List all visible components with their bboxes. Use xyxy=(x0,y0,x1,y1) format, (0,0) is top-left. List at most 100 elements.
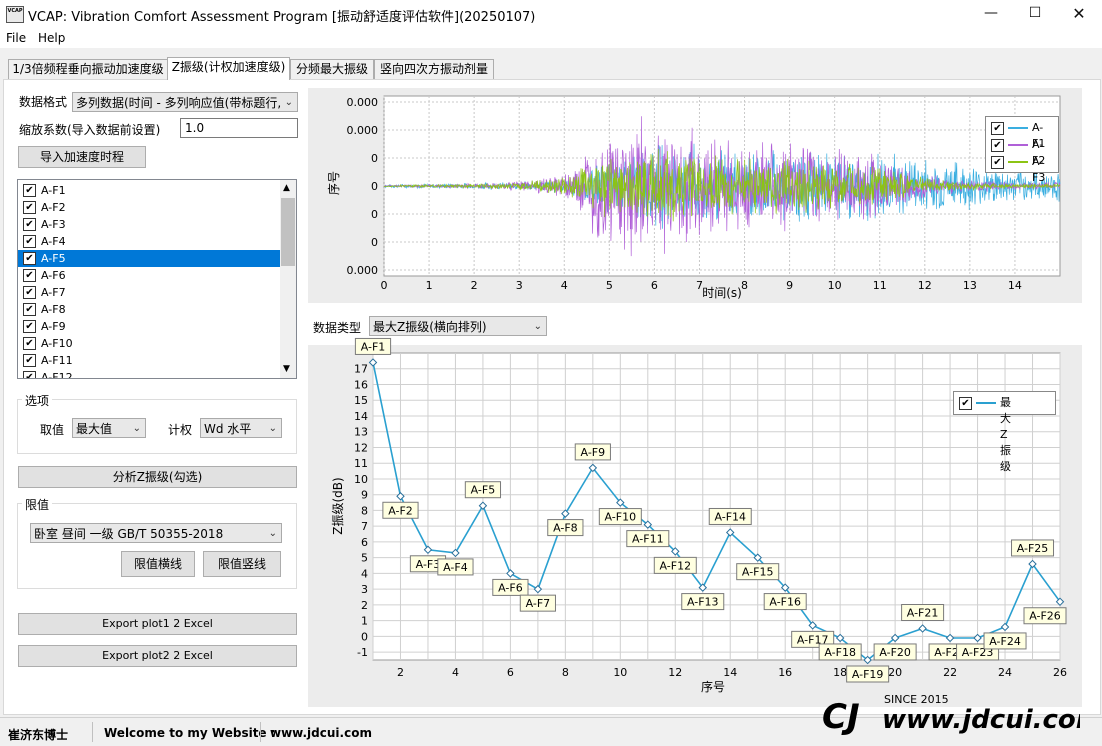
plot1-xtick: 4 xyxy=(561,279,568,292)
plot2-ytick: 3 xyxy=(361,583,368,596)
legend-checkbox[interactable]: ✔ xyxy=(959,397,972,410)
signal-checkbox[interactable]: ✔ xyxy=(23,252,36,265)
analyze-button[interactable]: 分析Z振级(勾选) xyxy=(18,466,297,488)
signal-item[interactable]: ✔ A-F4 xyxy=(18,233,280,250)
signal-checkbox[interactable]: ✔ xyxy=(23,269,36,282)
scale-label: 缩放系数(导入数据前设置) xyxy=(19,123,161,137)
hline-button[interactable]: 限值横线 xyxy=(121,551,195,577)
callout-label: A-F19 xyxy=(852,668,884,681)
title-bar: VCAP VCAP: Vibration Comfort Assessment … xyxy=(0,0,1102,28)
export-plot2-button[interactable]: Export plot2 2 Excel xyxy=(18,645,297,667)
plot2-ytick: 16 xyxy=(354,378,368,391)
signal-checkbox[interactable]: ✔ xyxy=(23,303,36,316)
signal-item[interactable]: ✔ A-F10 xyxy=(18,335,280,352)
plot1-xtick: 10 xyxy=(828,279,842,292)
format-select[interactable]: 多列数据(时间 - 多列响应值(带标题行, ⌄ xyxy=(72,92,298,112)
legend-checkbox[interactable]: ✔ xyxy=(991,139,1004,152)
close-icon[interactable]: ✕ xyxy=(1056,0,1102,28)
signal-item[interactable]: ✔ A-F2 xyxy=(18,199,280,216)
callout-label: A-F3 xyxy=(416,558,441,571)
callout-label: A-F13 xyxy=(687,596,719,609)
signal-label: A-F2 xyxy=(41,201,66,214)
brand-url: www.jdcui.com xyxy=(882,705,1080,735)
plot1-xtick: 2 xyxy=(471,279,478,292)
scroll-up-icon[interactable]: ▲ xyxy=(283,183,290,193)
legend-label: 最大Z振级 xyxy=(1000,396,1011,473)
tab-vdv[interactable]: 竖向四次方振动剂量 xyxy=(374,59,494,79)
plot2-xtick: 10 xyxy=(613,666,627,679)
plot1-ytick: 0 xyxy=(371,180,378,193)
maximize-icon[interactable]: ☐ xyxy=(1012,0,1058,28)
scroll-thumb[interactable] xyxy=(281,198,295,266)
signal-checkbox[interactable]: ✔ xyxy=(23,184,36,197)
signal-label: A-F11 xyxy=(41,354,73,367)
export-plot1-button[interactable]: Export plot1 2 Excel xyxy=(18,613,297,635)
author-text: 崔济东博士 xyxy=(8,728,69,742)
take-value: 最大值 xyxy=(76,422,113,436)
signal-item[interactable]: ✔ A-F1 xyxy=(18,182,280,199)
signal-item[interactable]: ✔ A-F12 xyxy=(18,369,280,378)
plot1-xtick: 13 xyxy=(963,279,977,292)
callout-label: A-F26 xyxy=(1029,610,1061,623)
weight-value: Wd 水平 xyxy=(204,422,252,436)
signal-item[interactable]: ✔ A-F8 xyxy=(18,301,280,318)
plot1-ytick: 0.000 xyxy=(347,124,379,137)
plot2-ytick: 0 xyxy=(361,630,368,643)
signal-item[interactable]: ✔ A-F3 xyxy=(18,216,280,233)
callout-label: A-F8 xyxy=(553,522,578,535)
legend-checkbox[interactable]: ✔ xyxy=(991,156,1004,169)
signal-item[interactable]: ✔ A-F7 xyxy=(18,284,280,301)
plot2-xtick: 16 xyxy=(778,666,792,679)
signal-checkbox[interactable]: ✔ xyxy=(23,337,36,350)
signal-item[interactable]: ✔ A-F6 xyxy=(18,267,280,284)
plot2-xtick: 8 xyxy=(562,666,569,679)
plot2-xtick: 24 xyxy=(998,666,1012,679)
signal-checkbox[interactable]: ✔ xyxy=(23,201,36,214)
callout-label: A-F18 xyxy=(824,646,856,659)
plot2-ytick: 2 xyxy=(361,599,368,612)
weight-select[interactable]: Wd 水平 ⌄ xyxy=(200,418,282,438)
plot2-xtick: 18 xyxy=(833,666,847,679)
signal-checkbox[interactable]: ✔ xyxy=(23,218,36,231)
plot2-ytick: 13 xyxy=(354,426,368,439)
plot1-legend[interactable]: ✔ A-F1 ✔ A-F2 ✔ A-F3 xyxy=(985,116,1059,184)
tab-octave[interactable]: 1/3倍频程垂向振动加速度级 xyxy=(8,59,168,79)
vline-button[interactable]: 限值竖线 xyxy=(203,551,281,577)
take-select[interactable]: 最大值 ⌄ xyxy=(72,418,146,438)
signal-checkbox[interactable]: ✔ xyxy=(23,320,36,333)
signal-checkbox[interactable]: ✔ xyxy=(23,371,36,378)
tab-strip: 1/3倍频程垂向振动加速度级 Z振级(计权加速度级) 分频最大振级 竖向四次方振… xyxy=(0,57,1102,80)
plot2-legend[interactable]: ✔ 最大Z振级 xyxy=(953,391,1056,473)
plot1-xtick: 5 xyxy=(606,279,613,292)
signal-checkbox[interactable]: ✔ xyxy=(23,235,36,248)
signal-list[interactable]: ✔ A-F1 ✔ A-F2 ✔ A-F3 ✔ A-F4 ✔ A-F5 ✔ A-F6 ✔ A-F7 ✔ A-F8… xyxy=(17,179,297,379)
minimize-icon[interactable]: — xyxy=(968,0,1014,28)
menu-help[interactable]: Help xyxy=(38,31,65,45)
tab-z-level[interactable]: Z振级(计权加速度级) xyxy=(167,57,290,80)
take-label: 取值 xyxy=(40,423,65,437)
menu-file[interactable]: File xyxy=(6,31,26,45)
plot1-ytick: 0.000 xyxy=(347,264,379,277)
signal-label: A-F3 xyxy=(41,218,66,231)
plot1-ytick: 0 xyxy=(371,236,378,249)
website-link[interactable]: www.jdcui.com xyxy=(270,726,372,740)
scroll-down-icon[interactable]: ▼ xyxy=(283,364,290,374)
signal-item[interactable]: ✔ A-F11 xyxy=(18,352,280,369)
signal-checkbox[interactable]: ✔ xyxy=(23,354,36,367)
signal-item[interactable]: ✔ A-F9 xyxy=(18,318,280,335)
legend-swatch xyxy=(1008,127,1028,129)
signal-checkbox[interactable]: ✔ xyxy=(23,286,36,299)
plot2-ylabel: Z振级(dB) xyxy=(331,477,345,534)
legend-checkbox[interactable]: ✔ xyxy=(991,122,1004,135)
signal-item[interactable]: ✔ A-F5 xyxy=(18,250,280,267)
scale-input[interactable]: 1.0 xyxy=(180,118,298,138)
plot1-ytick: 0.000 xyxy=(347,96,379,109)
tab-band-max[interactable]: 分频最大振级 xyxy=(290,59,374,79)
plot2-xtick: 22 xyxy=(943,666,957,679)
plot2-xtick: 6 xyxy=(507,666,514,679)
menu-bar: File Help xyxy=(0,28,1102,48)
signal-label: A-F1 xyxy=(41,184,66,197)
brand-cj: CJ xyxy=(822,697,860,735)
limit-select[interactable]: 卧室 昼间 一级 GB/T 50355-2018 ⌄ xyxy=(30,523,282,543)
import-button[interactable]: 导入加速度时程 xyxy=(18,146,146,168)
